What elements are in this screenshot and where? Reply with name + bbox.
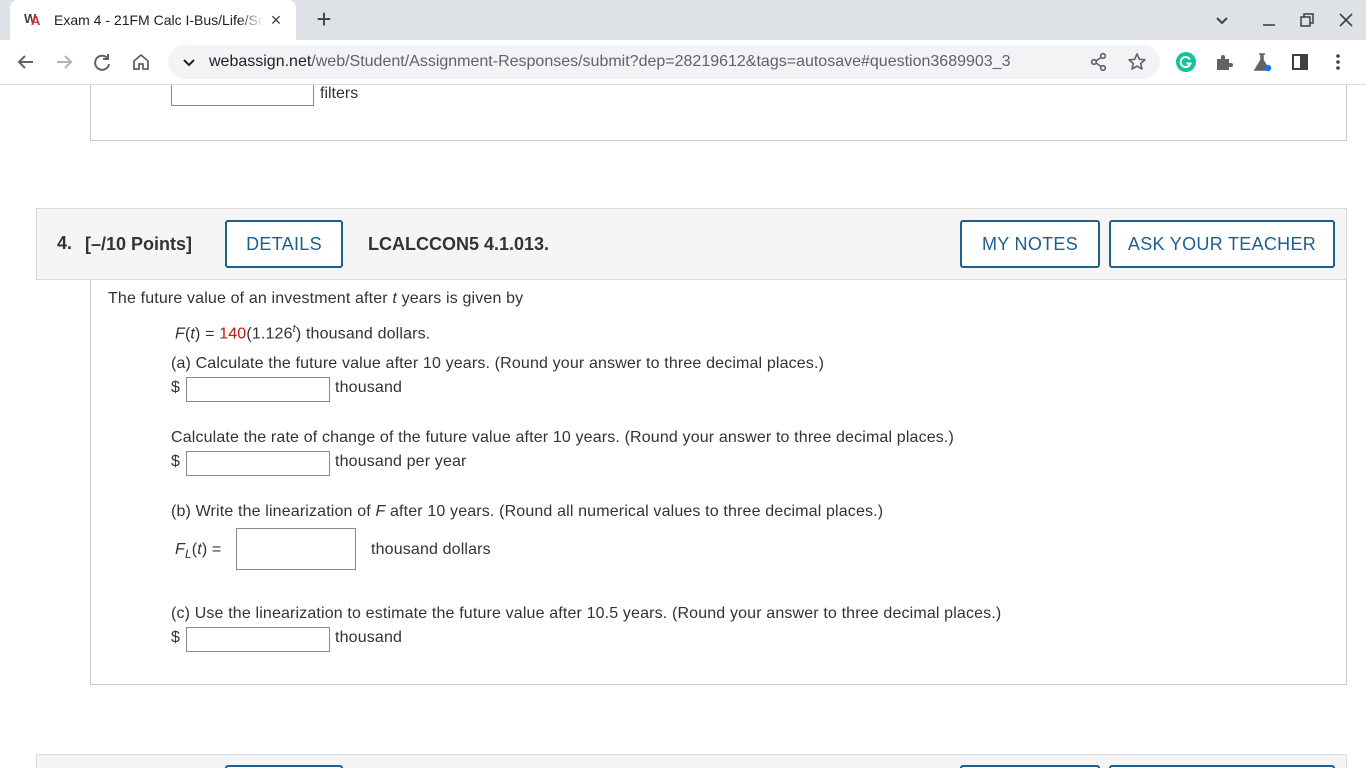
share-icon[interactable] [1089, 52, 1109, 72]
part-b-prompt-prefix: (b) Write the linearization of [171, 503, 376, 520]
page-content: filters 4. [–/10 Points] DETAILS LCALCCO… [0, 85, 1366, 768]
grammarly-extension-icon[interactable] [1175, 51, 1197, 73]
close-window-icon[interactable] [1334, 8, 1358, 32]
tab-search-chevron-icon[interactable] [1210, 8, 1234, 32]
browser-menu-icon[interactable] [1327, 51, 1349, 73]
previous-answer-unit: filters [320, 85, 359, 102]
part-b-unit: thousand dollars [371, 541, 491, 558]
minimize-window-icon[interactable] [1257, 8, 1281, 32]
question-intro: The future value of an investment after … [108, 290, 523, 308]
url-host: webassign.net [209, 53, 312, 70]
linearization-subscript: L [184, 547, 192, 562]
url-path: /web/Student/Assignment-Responses/submit… [311, 53, 1011, 70]
part-c-unit: thousand [335, 629, 403, 646]
restore-window-icon[interactable] [1295, 8, 1319, 32]
part-a2-currency: $ [171, 453, 181, 470]
formula-equals: ) = [195, 325, 220, 343]
new-tab-plus-icon[interactable]: + [312, 6, 336, 34]
details-button[interactable]: DETAILS [225, 220, 343, 268]
part-b-answer-input[interactable] [236, 528, 356, 570]
part-a2-unit: thousand per year [335, 453, 467, 470]
formula-function-name: F [175, 325, 185, 343]
part-b-prompt-suffix: after 10 years. (Round all numerical val… [385, 503, 884, 520]
linearization-lhs: FL(t) = [175, 541, 221, 561]
webassign-favicon-icon: WA [24, 11, 40, 28]
question-header: 4. [–/10 Points] DETAILS LCALCCON5 4.1.0… [36, 208, 1347, 280]
part-a2-answer-input[interactable] [186, 451, 330, 476]
question-number: 4. [57, 233, 73, 253]
browser-tab-active[interactable]: WA Exam 4 - 21FM Calc I-Bus/Life/Soc × [10, 0, 296, 40]
part-c-currency: $ [171, 629, 181, 646]
question-code: LCALCCON5 4.1.013. [368, 234, 550, 254]
site-info-chevron-icon[interactable] [180, 53, 198, 71]
part-a-unit: thousand [335, 379, 403, 396]
part-b-prompt: (b) Write the linearization of F after 1… [171, 503, 883, 521]
part-a-answer-input[interactable] [186, 377, 330, 402]
my-notes-button[interactable]: MY NOTES [960, 220, 1100, 268]
part-a2-prompt: Calculate the rate of change of the futu… [171, 429, 954, 446]
intro-text-suffix: years is given by [396, 290, 524, 307]
part-c-prompt: (c) Use the linearization to estimate th… [171, 605, 1002, 622]
labs-flask-icon[interactable] [1251, 51, 1273, 73]
part-a-currency: $ [171, 379, 181, 396]
ask-your-teacher-button[interactable]: ASK YOUR TEACHER [1109, 220, 1335, 268]
side-panel-icon[interactable] [1289, 51, 1311, 73]
url-text[interactable]: webassign.net/web/Student/Assignment-Res… [209, 53, 1010, 71]
back-arrow-icon[interactable] [13, 49, 39, 75]
linearization-function-name: F [175, 541, 185, 558]
reload-icon[interactable] [89, 49, 115, 75]
formula-unit: thousand dollars. [301, 325, 431, 343]
future-value-formula: F(t) = 140(1.126t) thousand dollars. [175, 323, 430, 343]
part-a-prompt: (a) Calculate the future value after 10 … [171, 355, 825, 372]
home-icon[interactable] [128, 49, 154, 75]
intro-text-prefix: The future value of an investment after [108, 290, 393, 307]
browser-toolbar: webassign.net/web/Student/Assignment-Res… [0, 40, 1366, 85]
part-b-prompt-variable: F [375, 503, 386, 520]
tab-title: Exam 4 - 21FM Calc I-Bus/Life/Soc [54, 12, 264, 28]
bookmark-star-icon[interactable] [1127, 52, 1147, 72]
formula-coefficient: 140 [219, 325, 247, 343]
address-bar[interactable]: webassign.net/web/Student/Assignment-Res… [168, 45, 1160, 79]
part-c-answer-input[interactable] [186, 627, 330, 652]
next-question-header [36, 754, 1347, 768]
tab-strip: WA Exam 4 - 21FM Calc I-Bus/Life/Soc × + [0, 0, 1366, 40]
formula-base: (1.126 [246, 325, 293, 343]
question-points: [–/10 Points] [85, 234, 193, 254]
close-tab-icon[interactable]: × [266, 10, 286, 30]
extensions-puzzle-icon[interactable] [1213, 51, 1235, 73]
previous-answer-input[interactable] [171, 85, 314, 106]
linearization-equals: ) = [201, 541, 222, 558]
forward-arrow-icon[interactable] [51, 49, 77, 75]
